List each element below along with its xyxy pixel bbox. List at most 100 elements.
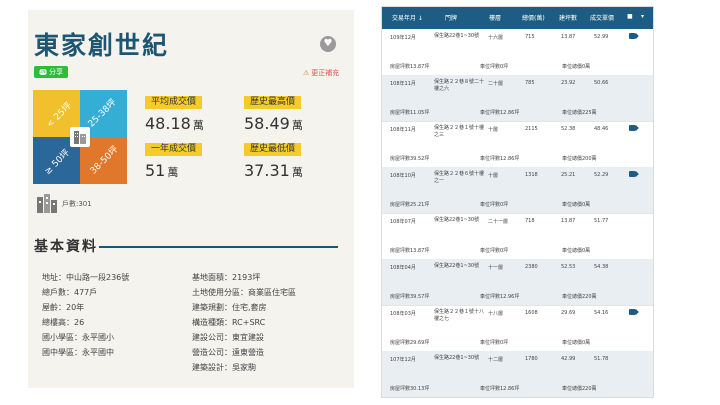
row-parking-price: 車位總價225萬	[562, 110, 597, 116]
info-address: 地址：中山路一段236號	[42, 273, 130, 282]
row-parking-area: 車位坪數12.86坪	[480, 156, 520, 162]
row-parking-price: 車位總價220萬	[562, 386, 597, 392]
row-house-area: 房屋坪數11.05坪	[390, 110, 430, 116]
row-total: 1318	[525, 172, 538, 178]
row-total: 718	[525, 218, 535, 224]
community-card: 東家創世紀 ♥ LINE分享 ⚠ 更正補充 < 25坪 25-38坪 ≥ 50坪 …	[28, 10, 354, 388]
table-row[interactable]: 109年12月 保生路22巷1~30號 十六層 715 13.87 52.99 房屋坪數13…	[382, 29, 653, 76]
row-parking-price: 車位總價200萬	[562, 156, 597, 162]
tag-icon[interactable]	[629, 33, 636, 39]
row-parking-price: 車位總價0萬	[562, 64, 591, 70]
heart-icon[interactable]: ♥	[320, 36, 336, 52]
info-land-area: 基地面積：2193坪	[192, 273, 261, 282]
row-area: 13.87	[561, 34, 576, 40]
row-address: 保生路２２巷１號十八樓之七	[434, 309, 485, 322]
min-price-label: 歷史最低價	[244, 143, 302, 156]
report-label: 更正補充	[311, 69, 340, 77]
tag-icon[interactable]	[629, 125, 636, 131]
row-house-area: 房屋坪數13.87坪	[390, 64, 430, 70]
row-house-area: 房屋坪數39.57坪	[390, 294, 430, 300]
year-price-label: 一年成交價	[145, 143, 203, 156]
row-parking-price: 車位總價0萬	[562, 248, 591, 254]
row-area: 29.69	[561, 310, 576, 316]
row-house-area: 房屋坪數25.21坪	[390, 202, 430, 208]
row-address: 保生路22巷1~30號	[434, 217, 480, 223]
header-area[interactable]: 建坪數	[559, 13, 577, 22]
row-floor: 十八層	[488, 311, 504, 317]
row-unit-price: 51.78	[594, 356, 609, 362]
row-date: 109年12月	[390, 35, 416, 41]
header-date[interactable]: 交易年月 ↓	[392, 13, 423, 22]
row-unit-price: 54.16	[594, 310, 609, 316]
apartment-icon	[37, 194, 57, 213]
row-date: 108年11月	[390, 81, 416, 87]
line-icon: LINE	[39, 69, 48, 75]
warning-icon: ⚠	[303, 69, 310, 77]
report-correction-link[interactable]: ⚠ 更正補充	[303, 68, 339, 78]
table-row[interactable]: 108年11月 保生路２２巷１號十樓之三 十層 2115 52.38 48.46 房屋坪數3…	[382, 121, 653, 168]
row-area: 13.87	[561, 218, 576, 224]
info-architect: 建築設計：吳家駒	[192, 363, 256, 372]
header-unit-price[interactable]: 成交單價	[590, 13, 614, 22]
row-unit-price: 54.38	[594, 264, 609, 270]
row-floor: 十層	[488, 127, 499, 133]
row-area: 25.21	[561, 172, 576, 178]
row-address: 保生路22巷1~30號	[434, 263, 480, 269]
table-row[interactable]: 108年07月 保生路22巷1~30號 二十一層 718 13.87 51.77 房屋坪數1…	[382, 213, 653, 260]
households-info: 戶數:301	[36, 194, 92, 214]
heading-divider	[99, 246, 338, 248]
table-row[interactable]: 107年12月 保生路22巷1~30號 十二層 1780 42.99 51.78 房屋坪數3…	[382, 351, 653, 397]
info-age: 屋齡：20年	[42, 303, 85, 312]
max-price-label: 歷史最高價	[244, 96, 302, 109]
table-row[interactable]: 108年03月 保生路２２巷１號十八樓之七 十八層 1608 29.69 54.16 房屋坪…	[382, 305, 653, 352]
row-floor: 十層	[488, 173, 499, 179]
row-unit-price: 52.29	[594, 172, 609, 178]
row-house-area: 房屋坪數13.87坪	[390, 248, 430, 254]
row-area: 23.92	[561, 80, 576, 86]
row-total: 2380	[525, 264, 538, 270]
info-total-floors: 總樓高：26	[42, 318, 85, 327]
table-row[interactable]: 108年04月 保生路22巷1~30號 十一層 2380 52.53 54.38 房屋坪數3…	[382, 259, 653, 306]
row-house-area: 房屋坪數39.52坪	[390, 156, 430, 162]
max-price-value: 58.49 萬	[244, 114, 303, 133]
header-floor[interactable]: 樓層	[489, 13, 501, 22]
row-parking-price: 車位總價220萬	[562, 294, 597, 300]
row-unit-price: 52.99	[594, 34, 609, 40]
table-row[interactable]: 108年10月 保生路２２巷６號十樓之一 十層 1318 25.21 52.29 房屋坪數2…	[382, 167, 653, 214]
avg-price-value: 48.18 萬	[145, 114, 204, 133]
header-address[interactable]: 門牌	[445, 13, 457, 22]
row-parking-price: 車位總價0萬	[562, 202, 591, 208]
header-filter-icon[interactable]: ▾	[641, 13, 644, 20]
row-address: 保生路22巷1~30號	[434, 33, 480, 39]
row-house-area: 房屋坪數29.69坪	[390, 340, 430, 346]
row-parking-area: 車位坪數12.96坪	[480, 294, 520, 300]
row-total: 2115	[525, 126, 538, 132]
row-unit-price: 48.46	[594, 126, 609, 132]
row-parking-area: 車位坪數12.86坪	[480, 386, 520, 392]
row-date: 108年11月	[390, 127, 416, 133]
community-title: 東家創世紀	[34, 31, 170, 60]
header-total[interactable]: 總價(萬)	[522, 13, 545, 22]
row-floor: 二十一層	[488, 219, 509, 225]
row-total: 785	[525, 80, 535, 86]
info-elementary-school: 國小學區：永平國小	[42, 333, 114, 342]
row-address: 保生路22巷1~30號	[434, 355, 480, 361]
tag-icon[interactable]	[629, 309, 636, 315]
row-parking-area: 車位坪數12.86坪	[480, 110, 520, 116]
info-structure: 構造種類：RC+SRC	[192, 318, 266, 327]
row-date: 108年07月	[390, 219, 416, 225]
row-area: 42.99	[561, 356, 576, 362]
info-zoning: 土地使用分區：商業區住宅區	[192, 288, 296, 297]
share-button[interactable]: LINE分享	[34, 66, 68, 78]
row-area: 52.53	[561, 264, 576, 270]
row-parking-area: 車位坪數0坪	[480, 202, 509, 208]
row-address: 保生路２２巷６號十樓之一	[434, 171, 485, 184]
tag-icon[interactable]	[629, 171, 636, 177]
table-row[interactable]: 108年11月 保生路２２巷８號二十樓之六 二十層 785 23.92 50.66 房屋坪數…	[382, 75, 653, 122]
row-floor: 二十層	[488, 81, 504, 87]
info-junior-high-school: 國中學區：永平國中	[42, 348, 114, 357]
building-icon	[70, 127, 90, 147]
avg-price-label: 平均成交價	[145, 96, 203, 109]
min-price-value: 37.31 萬	[244, 161, 303, 180]
header-tag-icon: ■	[627, 13, 633, 20]
